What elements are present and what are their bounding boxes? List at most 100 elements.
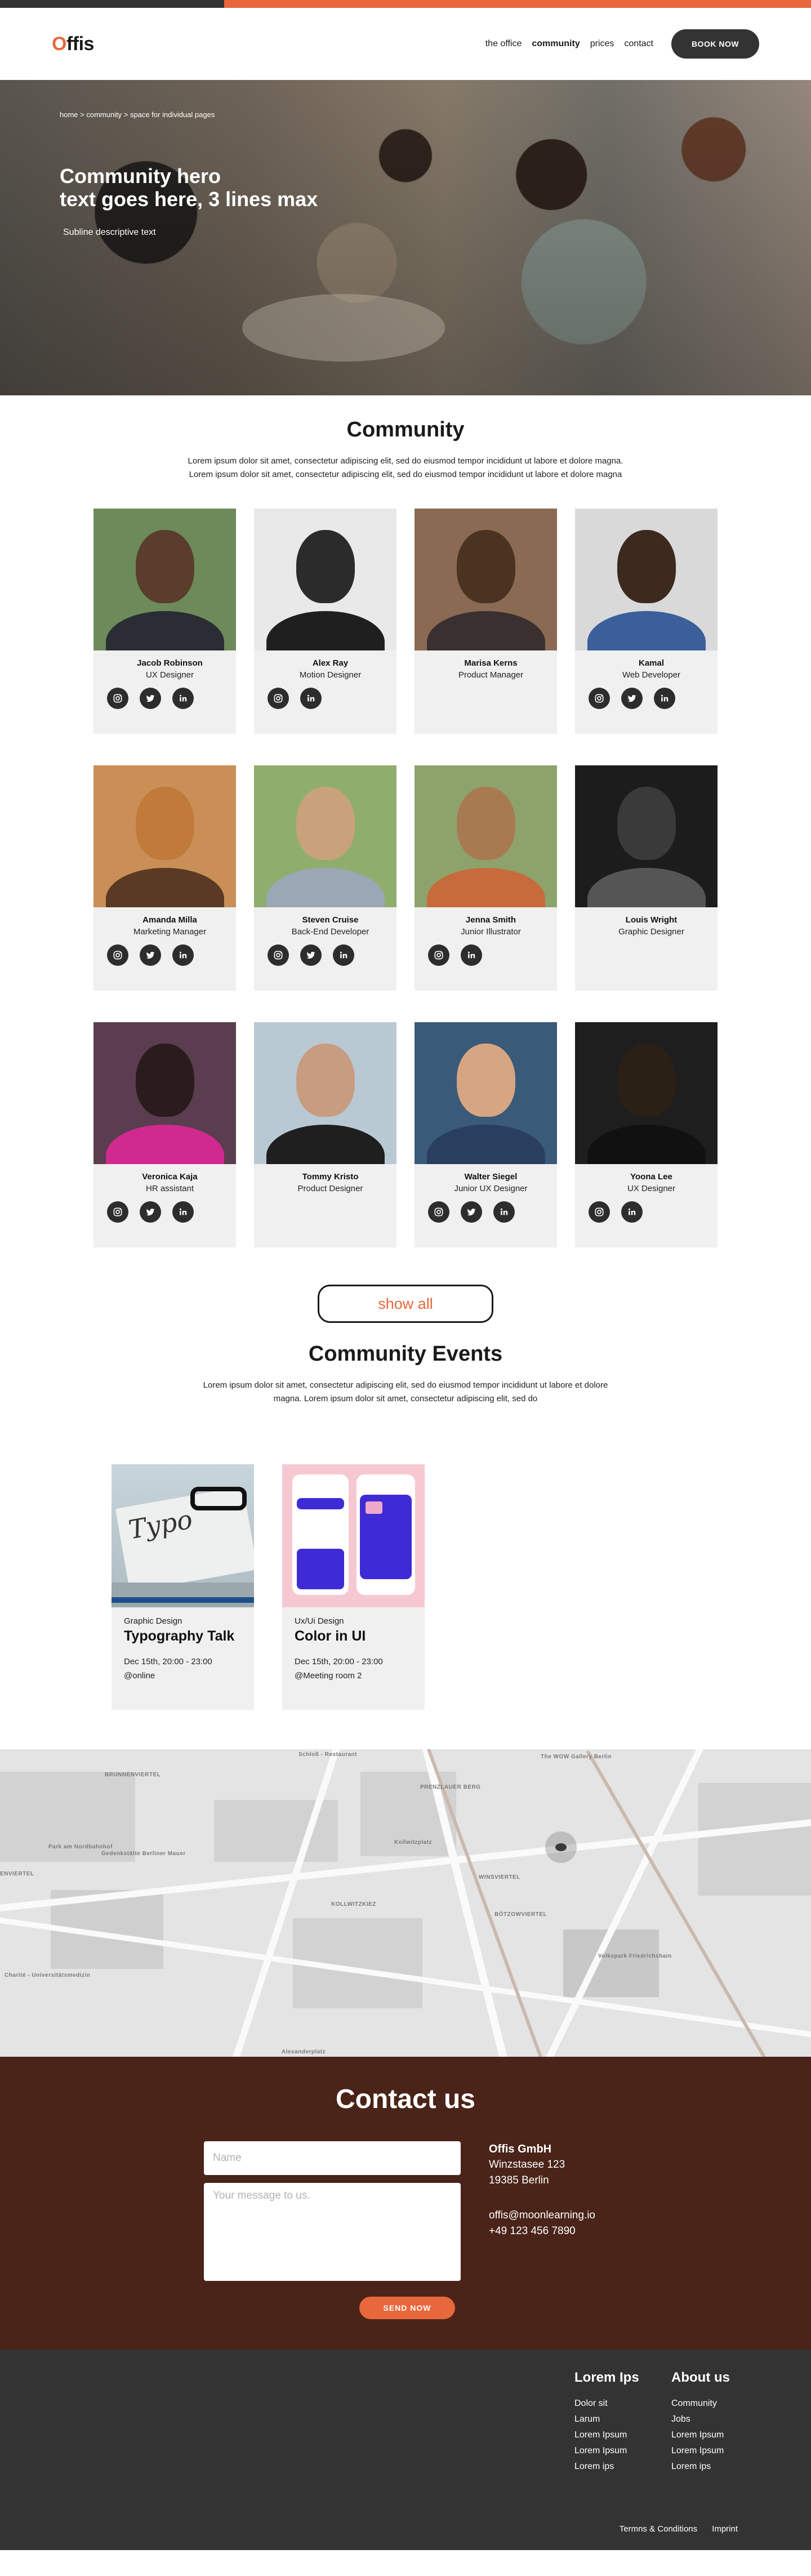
member-card[interactable]: Louis Wright Graphic Designer	[575, 765, 718, 991]
social-links	[428, 1201, 557, 1223]
twitter-icon[interactable]	[461, 1201, 482, 1223]
map-label: BRUNNENVIERTEL	[105, 1772, 161, 1778]
location-pin-icon[interactable]	[545, 1831, 577, 1863]
member-name: Kamal	[638, 658, 665, 668]
linkedin-icon[interactable]	[621, 1201, 643, 1223]
member-name: Alex Ray	[312, 658, 349, 668]
member-photo-head	[135, 787, 194, 860]
book-now-button[interactable]: BOOK NOW	[671, 29, 759, 59]
member-photo	[254, 765, 396, 907]
events-section: Community Events Lorem ipsum dolor sit a…	[0, 1342, 811, 1710]
company-email-link[interactable]: offis@moonlearning.io	[489, 2208, 595, 2223]
event-list: Typo Graphic Design Typography Talk Dec …	[93, 1464, 718, 1710]
terms-link[interactable]: Termns & Conditions	[620, 2524, 697, 2534]
footer-link[interactable]: Lorem Ipsum	[671, 2427, 730, 2443]
nav-link-prices[interactable]: prices	[590, 39, 614, 49]
member-photo	[575, 765, 718, 907]
instagram-icon[interactable]	[107, 688, 128, 709]
send-now-button[interactable]: SEND NOW	[359, 2297, 455, 2319]
member-photo-body	[587, 1125, 706, 1164]
map-label: KOLLWITZKIEZ	[331, 1901, 376, 1908]
event-title[interactable]: Color in UI	[295, 1628, 425, 1644]
member-card[interactable]: Marisa Kerns Product Manager	[415, 509, 557, 734]
linkedin-icon[interactable]	[654, 688, 675, 709]
member-card[interactable]: Veronica Kaja HR assistant	[93, 1022, 236, 1247]
footer-link[interactable]: Lorem Ipsum	[671, 2443, 730, 2459]
show-all-button[interactable]: show all	[318, 1285, 493, 1323]
breadcrumb[interactable]: home > community > space for individual …	[60, 110, 215, 119]
map-label: PRENZLAUER BERG	[420, 1784, 481, 1790]
member-card[interactable]: Kamal Web Developer	[575, 509, 718, 734]
instagram-icon[interactable]	[107, 944, 128, 966]
event-title[interactable]: Typography Talk	[124, 1628, 254, 1644]
linkedin-icon[interactable]	[300, 688, 322, 709]
member-card[interactable]: Tommy Kristo Product Designer	[254, 1022, 396, 1247]
linkedin-icon[interactable]	[172, 688, 194, 709]
company-phone[interactable]: +49 123 456 7890	[489, 2223, 595, 2239]
contact-section: Contact us SEND NOW Offis GmbH Winzstase…	[0, 2057, 811, 2350]
community-title: Community	[346, 418, 465, 442]
member-photo	[415, 1022, 557, 1164]
member-name: Jenna Smith	[465, 915, 516, 925]
member-photo	[254, 1022, 396, 1164]
map-label: Alexanderplatz	[282, 2049, 326, 2055]
location-map[interactable]: Schloß - Restaurant BRUNNENVIERTEL The W…	[0, 1749, 811, 2057]
linkedin-icon[interactable]	[172, 944, 194, 966]
linkedin-icon[interactable]	[461, 944, 482, 966]
event-photo-typography: Typo	[112, 1464, 254, 1607]
twitter-icon[interactable]	[140, 944, 161, 966]
map-label: The WOW Gallery Berlin	[541, 1754, 612, 1760]
nav-link-the-office[interactable]: the office	[485, 39, 522, 49]
member-photo-body	[266, 611, 385, 650]
event-card[interactable]: Ux/Ui Design Color in UI Dec 15th, 20:00…	[282, 1464, 425, 1710]
linkedin-icon[interactable]	[333, 944, 354, 966]
footer-link[interactable]: Jobs	[671, 2412, 730, 2427]
hero-title: Community hero text goes here, 3 lines ma…	[60, 164, 318, 211]
nav-link-community[interactable]: community	[532, 39, 580, 49]
member-card[interactable]: Walter Siegel Junior UX Designer	[415, 1022, 557, 1247]
footer-link[interactable]: Lorem ips	[671, 2459, 730, 2475]
instagram-icon[interactable]	[428, 1201, 449, 1223]
instagram-icon[interactable]	[589, 688, 610, 709]
name-field[interactable]	[204, 2141, 461, 2175]
twitter-icon[interactable]	[140, 688, 161, 709]
event-date: Dec 15th, 20:00 - 23:00	[295, 1657, 383, 1666]
event-photo-color-ui	[282, 1464, 425, 1607]
footer-link[interactable]: Community	[671, 2396, 730, 2412]
member-card[interactable]: Jacob Robinson UX Designer	[93, 509, 236, 734]
member-photo	[575, 1022, 718, 1164]
member-card[interactable]: Yoona Lee UX Designer	[575, 1022, 718, 1247]
footer-link[interactable]: Lorem Ipsum	[574, 2427, 639, 2443]
member-card[interactable]: Jenna Smith Junior Illustrator	[415, 765, 557, 991]
twitter-icon[interactable]	[621, 688, 643, 709]
linkedin-icon[interactable]	[172, 1201, 194, 1223]
instagram-icon[interactable]	[428, 944, 449, 966]
nav-link-contact[interactable]: contact	[624, 39, 653, 49]
twitter-icon[interactable]	[300, 944, 322, 966]
hero-section: home > community > space for individual …	[0, 80, 811, 395]
twitter-icon[interactable]	[140, 1201, 161, 1223]
footer-link[interactable]: Lorem ips	[574, 2459, 639, 2475]
instagram-icon[interactable]	[589, 1201, 610, 1223]
social-links	[107, 688, 236, 709]
footer-link[interactable]: Dolor sit	[574, 2396, 639, 2412]
logo[interactable]: Offis	[52, 33, 94, 55]
member-card[interactable]: Amanda Milla Marketing Manager	[93, 765, 236, 991]
member-card[interactable]: Alex Ray Motion Designer	[254, 509, 396, 734]
message-field[interactable]	[204, 2183, 461, 2281]
member-photo-head	[296, 787, 355, 860]
member-name: Jacob Robinson	[137, 658, 203, 668]
member-card[interactable]: Steven Cruise Back-End Developer	[254, 765, 396, 991]
member-role: Web Developer	[622, 670, 681, 680]
instagram-icon[interactable]	[268, 688, 289, 709]
event-card[interactable]: Typo Graphic Design Typography Talk Dec …	[112, 1464, 254, 1710]
instagram-icon[interactable]	[268, 944, 289, 966]
footer-link[interactable]: Larum	[574, 2412, 639, 2427]
member-photo-body	[587, 611, 706, 650]
footer-link[interactable]: Lorem Ipsum	[574, 2443, 639, 2459]
linkedin-icon[interactable]	[493, 1201, 515, 1223]
event-category: Graphic Design	[124, 1616, 182, 1626]
member-role: Marketing Manager	[133, 927, 207, 937]
imprint-link[interactable]: Imprint	[712, 2524, 738, 2534]
instagram-icon[interactable]	[107, 1201, 128, 1223]
